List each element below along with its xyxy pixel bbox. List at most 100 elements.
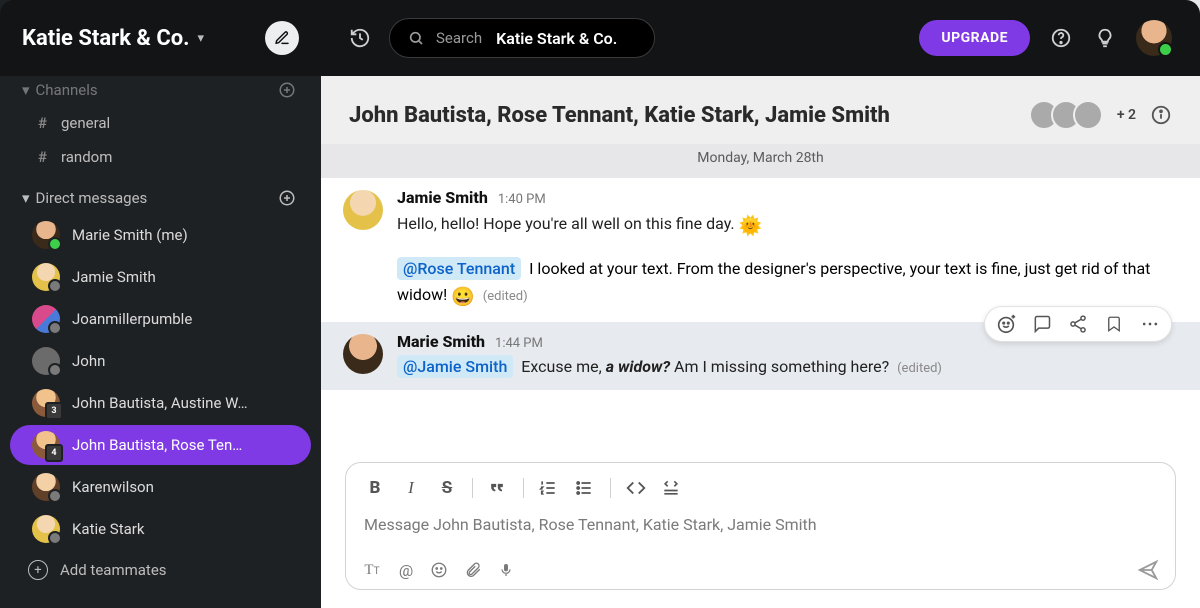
dm-item-group-4[interactable]: John Bautista, Rose Ten…	[10, 425, 311, 465]
paperclip-icon	[464, 561, 482, 579]
message-action-bar	[984, 306, 1172, 342]
plus-circle-icon: +	[28, 560, 48, 580]
add-dm-button[interactable]	[275, 186, 299, 210]
strikethrough-button[interactable]: S	[436, 478, 458, 498]
avatar	[32, 221, 60, 249]
mention-button[interactable]: @	[396, 561, 416, 580]
channel-item[interactable]: # general	[0, 106, 321, 140]
help-icon	[1050, 27, 1072, 49]
members-more-count[interactable]: + 2	[1117, 107, 1136, 123]
edited-label: (edited)	[483, 289, 528, 304]
main: Search Katie Stark & Co. UPGRADE John Ba…	[321, 0, 1200, 608]
thread-button[interactable]	[1031, 313, 1053, 335]
send-button[interactable]	[1137, 559, 1159, 581]
dm-item-marie-smith[interactable]: Marie Smith (me)	[10, 215, 311, 255]
emoji-button[interactable]	[430, 561, 450, 579]
message-text: @Jamie Smith Excuse me, a widow? Am I mi…	[397, 355, 1172, 380]
dm-name: Katie Stark	[72, 520, 144, 538]
bold-button[interactable]: B	[364, 478, 386, 498]
mention[interactable]: @Rose Tennant	[397, 257, 521, 280]
conversation-title: John Bautista, Rose Tennant, Katie Stark…	[349, 103, 890, 128]
avatar	[343, 334, 383, 374]
dm-name: John Bautista, Rose Ten…	[72, 436, 242, 454]
message-input[interactable]: Message John Bautista, Rose Tennant, Kat…	[362, 509, 1159, 553]
message: Jamie Smith 1:40 PM Hello, hello! Hope y…	[321, 178, 1200, 250]
chevron-down-icon: ▾	[198, 31, 205, 46]
workspace-switcher[interactable]: Katie Stark & Co. ▾	[22, 26, 204, 51]
pencil-icon	[274, 30, 290, 46]
dm-item-group-3[interactable]: John Bautista, Austine W…	[10, 383, 311, 423]
bookmark-icon	[1105, 315, 1123, 333]
quote-button[interactable]	[487, 478, 509, 498]
help-button[interactable]	[1048, 27, 1074, 49]
share-icon	[1068, 314, 1088, 334]
topbar: Search Katie Stark & Co. UPGRADE	[321, 0, 1200, 76]
unordered-list-button[interactable]	[574, 478, 596, 498]
avatar	[32, 473, 60, 501]
dm-name: Marie Smith (me)	[72, 226, 188, 244]
add-channel-button[interactable]	[275, 78, 299, 102]
ordered-list-button[interactable]	[538, 478, 560, 498]
hash-icon: #	[38, 148, 47, 166]
more-actions-button[interactable]	[1139, 313, 1161, 335]
history-button[interactable]	[349, 27, 371, 49]
dm-item-john[interactable]: John	[10, 341, 311, 381]
message-author[interactable]: Marie Smith	[397, 332, 485, 351]
message-time: 1:40 PM	[498, 192, 546, 207]
dm-section-header[interactable]: ▾ Direct messages	[0, 182, 321, 214]
dm-item-joanmillerpumble[interactable]: Joanmillerpumble	[10, 299, 311, 339]
send-icon	[1137, 559, 1159, 581]
add-teammates-button[interactable]: + Add teammates	[0, 550, 321, 590]
add-reaction-button[interactable]	[995, 313, 1017, 335]
avatar	[32, 389, 60, 417]
ordered-list-icon	[538, 478, 558, 498]
codeblock-button[interactable]	[661, 478, 683, 498]
dm-item-katie-stark[interactable]: Katie Stark	[10, 509, 311, 549]
microphone-icon	[498, 562, 514, 578]
code-block-icon	[661, 478, 681, 498]
dm-name: John	[72, 352, 105, 370]
conversation-info-button[interactable]	[1150, 104, 1172, 126]
composer: B I S	[345, 462, 1176, 590]
message: Marie Smith 1:44 PM @Jamie Smith Excuse …	[321, 322, 1200, 390]
dm-item-karenwilson[interactable]: Karenwilson	[10, 467, 311, 507]
dm-item-jamie-smith[interactable]: Jamie Smith	[10, 257, 311, 297]
compose-button[interactable]	[265, 21, 299, 55]
formatting-toolbar: B I S	[362, 473, 1159, 509]
date-separator: Monday, March 28th	[321, 144, 1200, 178]
hash-icon: #	[38, 114, 47, 132]
more-horizontal-icon	[1140, 314, 1160, 334]
channels-section: ▾ Channels # general # random	[0, 68, 321, 176]
channel-item[interactable]: # random	[0, 140, 321, 174]
dm-name: Karenwilson	[72, 478, 154, 496]
dm-label: Direct messages	[36, 189, 148, 207]
attach-button[interactable]	[464, 561, 484, 579]
grinning-emoji-icon: 😀	[451, 282, 475, 312]
bookmark-button[interactable]	[1103, 313, 1125, 335]
user-menu-avatar[interactable]	[1136, 20, 1172, 56]
search-scope: Katie Stark & Co.	[496, 29, 617, 48]
info-icon	[1150, 104, 1172, 126]
workspace-header: Katie Stark & Co. ▾	[0, 0, 321, 76]
chevron-down-icon: ▾	[22, 189, 30, 207]
channel-name: random	[61, 148, 112, 166]
message-author[interactable]: Jamie Smith	[397, 188, 488, 207]
audio-button[interactable]	[498, 562, 518, 578]
lightbulb-icon	[1094, 27, 1116, 49]
code-button[interactable]	[625, 477, 647, 499]
avatar	[32, 305, 60, 333]
search-input[interactable]: Search Katie Stark & Co.	[389, 18, 655, 58]
avatar	[32, 515, 60, 543]
dm-name: Joanmillerpumble	[72, 310, 192, 328]
formatting-toggle[interactable]: TT	[362, 562, 382, 579]
mention[interactable]: @Jamie Smith	[397, 355, 513, 378]
upgrade-button[interactable]: UPGRADE	[919, 20, 1030, 56]
dm-name: Jamie Smith	[72, 268, 156, 286]
share-button[interactable]	[1067, 313, 1089, 335]
history-icon	[349, 27, 371, 49]
whats-new-button[interactable]	[1092, 27, 1118, 49]
channels-section-header[interactable]: ▾ Channels	[0, 74, 321, 106]
members-avatars[interactable]	[1029, 100, 1103, 130]
smile-icon	[430, 561, 448, 579]
italic-button[interactable]: I	[400, 478, 422, 498]
